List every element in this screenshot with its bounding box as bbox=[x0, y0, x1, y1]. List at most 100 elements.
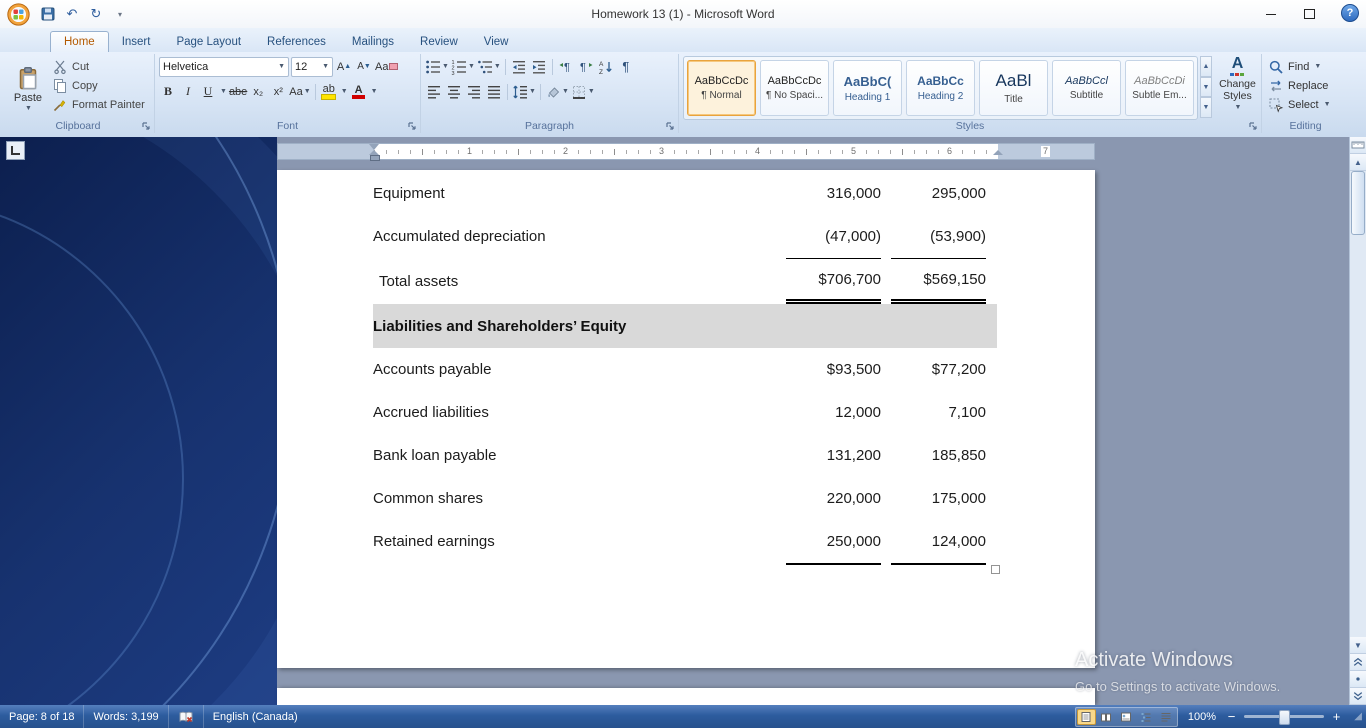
undo-button[interactable]: ↶ bbox=[63, 5, 81, 23]
styles-scroll-down-button[interactable]: ▼ bbox=[1200, 77, 1212, 98]
ruler-toggle-button[interactable] bbox=[1350, 137, 1366, 154]
align-left-button[interactable] bbox=[425, 82, 443, 101]
underline-button[interactable]: U bbox=[199, 82, 217, 101]
right-indent-marker[interactable] bbox=[993, 150, 1003, 155]
highlight-dropdown-icon[interactable]: ▼ bbox=[341, 88, 348, 95]
tab-home[interactable]: Home bbox=[50, 31, 109, 52]
style-heading2[interactable]: AaBbCcHeading 2 bbox=[906, 60, 975, 116]
highlight-button[interactable]: ab bbox=[320, 82, 338, 101]
justify-button[interactable] bbox=[485, 82, 503, 101]
scrollbar-thumb[interactable] bbox=[1351, 171, 1365, 235]
right-to-left-button[interactable] bbox=[577, 57, 595, 76]
style-subtle-emphasis[interactable]: AaBbCcDiSubtle Em... bbox=[1125, 60, 1194, 116]
page-indicator[interactable]: Page: 8 of 18 bbox=[0, 705, 84, 728]
clear-formatting-button[interactable]: Aa bbox=[375, 57, 398, 76]
grow-font-button[interactable]: A▲ bbox=[335, 57, 353, 76]
minimize-button[interactable] bbox=[1252, 0, 1290, 28]
zoom-in-button[interactable]: + bbox=[1329, 709, 1344, 724]
proofing-status[interactable] bbox=[169, 705, 204, 728]
shading-button[interactable]: ▼ bbox=[545, 82, 569, 101]
styles-scroll-up-button[interactable]: ▲ bbox=[1200, 56, 1212, 77]
strikethrough-button[interactable]: abe bbox=[229, 82, 247, 101]
bold-button[interactable]: B bbox=[159, 82, 177, 101]
underline-dropdown-icon[interactable]: ▼ bbox=[220, 88, 227, 95]
row-amount-col1: 316,000 bbox=[786, 185, 881, 202]
find-button[interactable]: Find ▼ bbox=[1262, 57, 1349, 76]
align-right-button[interactable] bbox=[465, 82, 483, 101]
tab-view[interactable]: View bbox=[471, 32, 522, 52]
replace-button[interactable]: Replace bbox=[1262, 76, 1349, 95]
tab-references[interactable]: References bbox=[254, 32, 339, 52]
paste-button[interactable]: Paste ▼ bbox=[6, 57, 50, 119]
clipboard-dialog-launcher[interactable] bbox=[140, 119, 152, 131]
previous-page-button[interactable] bbox=[1350, 654, 1366, 671]
style-normal[interactable]: AaBbCcDc¶ Normal bbox=[687, 60, 756, 116]
tab-review[interactable]: Review bbox=[407, 32, 471, 52]
sort-button[interactable] bbox=[597, 57, 615, 76]
office-button[interactable] bbox=[6, 2, 31, 27]
decrease-indent-button[interactable] bbox=[510, 57, 528, 76]
superscript-button[interactable]: x² bbox=[269, 82, 287, 101]
tab-insert[interactable]: Insert bbox=[109, 32, 164, 52]
vertical-scrollbar[interactable]: ▲ ▼ bbox=[1349, 137, 1366, 705]
font-size-combo[interactable]: 12 ▼ bbox=[291, 57, 333, 77]
web-layout-view-button[interactable] bbox=[1117, 709, 1136, 725]
numbering-button[interactable]: ▼ bbox=[451, 57, 475, 76]
show-hide-pilcrow-button[interactable]: ¶ bbox=[617, 57, 635, 76]
font-color-button[interactable]: A bbox=[350, 82, 368, 101]
copy-button[interactable]: Copy bbox=[52, 76, 145, 95]
zoom-slider[interactable] bbox=[1244, 715, 1324, 718]
horizontal-ruler[interactable]: 1234567 bbox=[277, 143, 1095, 160]
select-button[interactable]: Select ▼ bbox=[1262, 95, 1349, 114]
tab-mailings[interactable]: Mailings bbox=[339, 32, 407, 52]
zoom-level[interactable]: 100% bbox=[1188, 711, 1216, 723]
align-center-button[interactable] bbox=[445, 82, 463, 101]
restore-button[interactable] bbox=[1290, 0, 1328, 28]
next-page-button[interactable] bbox=[1350, 688, 1366, 705]
shrink-font-button[interactable]: A▼ bbox=[355, 57, 373, 76]
font-name-combo[interactable]: Helvetica ▼ bbox=[159, 57, 289, 77]
style-title[interactable]: AaBlTitle bbox=[979, 60, 1048, 116]
increase-indent-button[interactable] bbox=[530, 57, 548, 76]
help-button[interactable]: ? bbox=[1341, 4, 1359, 22]
style-no-spacing[interactable]: AaBbCcDc¶ No Spaci... bbox=[760, 60, 829, 116]
borders-button[interactable]: ▼ bbox=[571, 82, 595, 101]
zoom-slider-thumb[interactable] bbox=[1279, 710, 1290, 725]
line-spacing-button[interactable]: ▼ bbox=[512, 82, 536, 101]
language-indicator[interactable]: English (Canada) bbox=[204, 705, 307, 728]
change-styles-button[interactable]: A Change Styles ▼ bbox=[1216, 56, 1259, 112]
redo-button[interactable]: ↻ bbox=[87, 5, 105, 23]
next-page-top[interactable] bbox=[277, 688, 1095, 705]
subscript-button[interactable]: x₂ bbox=[249, 82, 267, 101]
scroll-up-button[interactable]: ▲ bbox=[1350, 154, 1366, 171]
styles-more-button[interactable]: ▼ bbox=[1200, 97, 1212, 118]
customize-qat-button[interactable]: ▾ bbox=[111, 5, 129, 23]
font-dialog-launcher[interactable] bbox=[406, 119, 418, 131]
word-count[interactable]: Words: 3,199 bbox=[84, 705, 168, 728]
outline-view-button[interactable] bbox=[1137, 709, 1156, 725]
draft-view-button[interactable] bbox=[1157, 709, 1176, 725]
save-button[interactable] bbox=[39, 5, 57, 23]
tab-stop-selector[interactable] bbox=[6, 141, 25, 160]
cut-button[interactable]: Cut bbox=[52, 57, 145, 76]
document-page[interactable]: Equipment316,000295,000Accumulated depre… bbox=[277, 170, 1095, 668]
zoom-out-button[interactable]: − bbox=[1224, 709, 1239, 724]
scroll-down-button[interactable]: ▼ bbox=[1350, 637, 1366, 654]
bullets-button[interactable]: ▼ bbox=[425, 57, 449, 76]
multilevel-list-button[interactable]: ▼ bbox=[477, 57, 501, 76]
style-heading1[interactable]: AaBbC(Heading 1 bbox=[833, 60, 902, 116]
change-case-button[interactable]: Aa▼ bbox=[289, 82, 310, 101]
print-layout-view-button[interactable] bbox=[1077, 709, 1096, 725]
font-color-dropdown-icon[interactable]: ▼ bbox=[371, 88, 378, 95]
left-to-right-button[interactable] bbox=[557, 57, 575, 76]
tab-page-layout[interactable]: Page Layout bbox=[163, 32, 254, 52]
left-indent-marker[interactable] bbox=[370, 155, 380, 161]
format-painter-button[interactable]: Format Painter bbox=[52, 95, 145, 114]
resize-grip[interactable]: ◢ bbox=[1344, 711, 1366, 722]
styles-dialog-launcher[interactable] bbox=[1247, 119, 1259, 131]
paragraph-dialog-launcher[interactable] bbox=[664, 119, 676, 131]
style-subtitle[interactable]: AaBbCclSubtitle bbox=[1052, 60, 1121, 116]
select-browse-object-button[interactable] bbox=[1350, 671, 1366, 688]
full-screen-reading-view-button[interactable] bbox=[1097, 709, 1116, 725]
italic-button[interactable]: I bbox=[179, 82, 197, 101]
